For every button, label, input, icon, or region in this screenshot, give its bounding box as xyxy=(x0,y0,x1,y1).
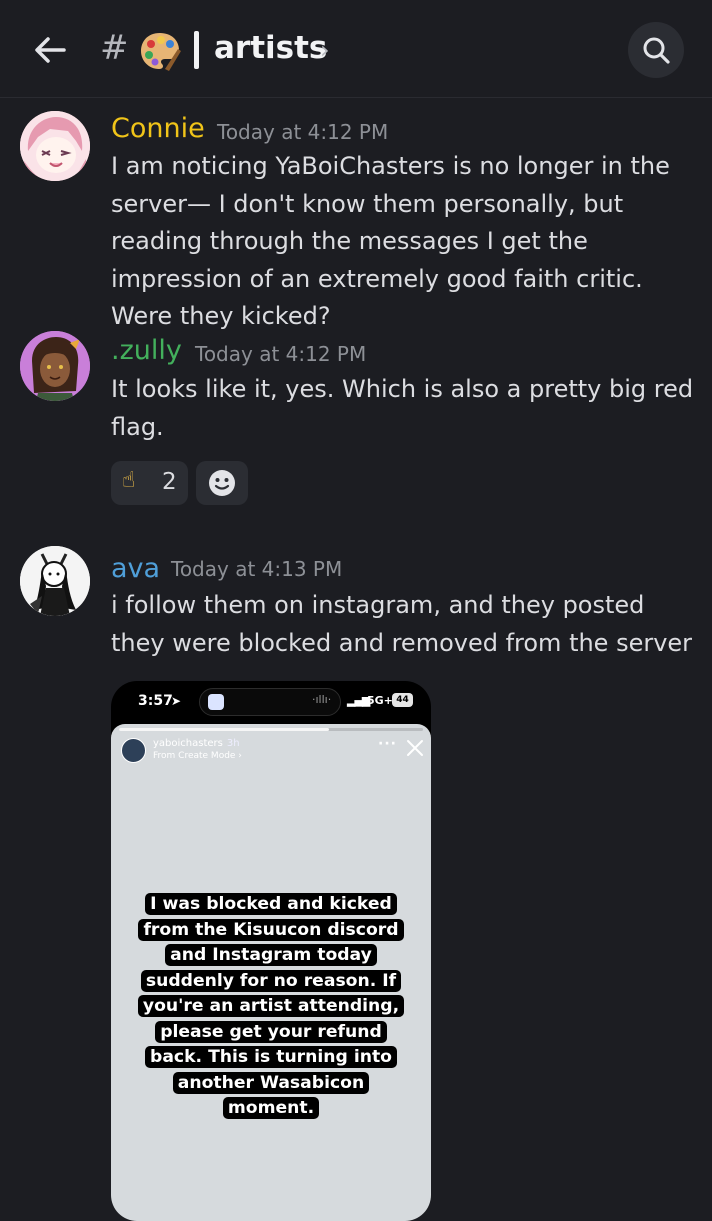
more-options-icon: ··· xyxy=(378,736,397,752)
add-reaction-icon xyxy=(209,470,235,496)
search-icon xyxy=(643,37,670,64)
title-separator xyxy=(194,31,199,69)
location-arrow-icon: ➤ xyxy=(171,694,182,708)
search-button[interactable] xyxy=(628,22,684,78)
avatar[interactable] xyxy=(20,546,90,616)
network-type: 5G+ xyxy=(367,694,393,707)
message-text: I am noticing YaBoiChasters is no longer… xyxy=(111,152,670,330)
story-caption-text: I was blocked and kicked from the Kisuuc… xyxy=(137,893,405,1119)
phone-status-time: 3:57 xyxy=(138,693,173,709)
channel-header: # artists › xyxy=(0,0,712,98)
chevron-right-icon[interactable]: › xyxy=(320,36,330,64)
message-text: It looks like it, yes. Which is also a p… xyxy=(111,375,694,441)
hash-icon: # xyxy=(100,28,129,68)
author-name[interactable]: Connie xyxy=(111,113,205,144)
message[interactable]: Connie Today at 4:12 PM I am noticing Ya… xyxy=(0,108,712,330)
avatar-image xyxy=(20,546,90,616)
author-name[interactable]: .zully xyxy=(111,335,182,366)
timestamp: Today at 4:12 PM xyxy=(195,342,367,366)
avatar[interactable] xyxy=(20,331,90,401)
story-caption: I was blocked and kicked from the Kisuuc… xyxy=(133,892,409,1122)
avatar-image xyxy=(20,111,90,181)
palette-icon xyxy=(141,33,181,71)
back-arrow-icon[interactable] xyxy=(30,30,70,70)
app-icon xyxy=(208,694,224,710)
timestamp: Today at 4:13 PM xyxy=(171,557,343,581)
image-attachment[interactable]: 3:57 ➤ ·ıllı· ▂▄▆ 5G+ 44 yaboichasters 3h… xyxy=(111,681,431,1221)
avatar-image xyxy=(20,331,90,401)
author-name[interactable]: ava xyxy=(111,553,160,584)
channel-name[interactable]: artists xyxy=(214,30,327,66)
pointing-up-emoji-icon: ☝ xyxy=(122,468,136,493)
instagram-story: yaboichasters 3h From Create Mode › ··· I… xyxy=(111,724,431,1221)
story-username: yaboichasters 3h xyxy=(153,738,240,749)
message-text: i follow them on instagram, and they pos… xyxy=(111,591,693,657)
story-progress-fill xyxy=(119,728,329,731)
reaction-count: 2 xyxy=(162,469,177,495)
message[interactable]: .zully Today at 4:12 PM It looks like it… xyxy=(0,330,712,510)
avatar[interactable] xyxy=(20,111,90,181)
story-progress-bar xyxy=(119,728,423,731)
timestamp: Today at 4:12 PM xyxy=(217,120,389,144)
add-reaction-button[interactable] xyxy=(196,461,248,505)
dynamic-island: ·ıllı· xyxy=(199,688,341,716)
waveform-icon: ·ıllı· xyxy=(312,693,332,706)
reaction-pointing-up[interactable]: ☝ 2 xyxy=(111,461,188,505)
close-icon xyxy=(407,740,423,756)
story-source: From Create Mode › xyxy=(153,751,242,761)
story-avatar xyxy=(121,738,146,763)
battery-level: 44 xyxy=(392,693,413,707)
